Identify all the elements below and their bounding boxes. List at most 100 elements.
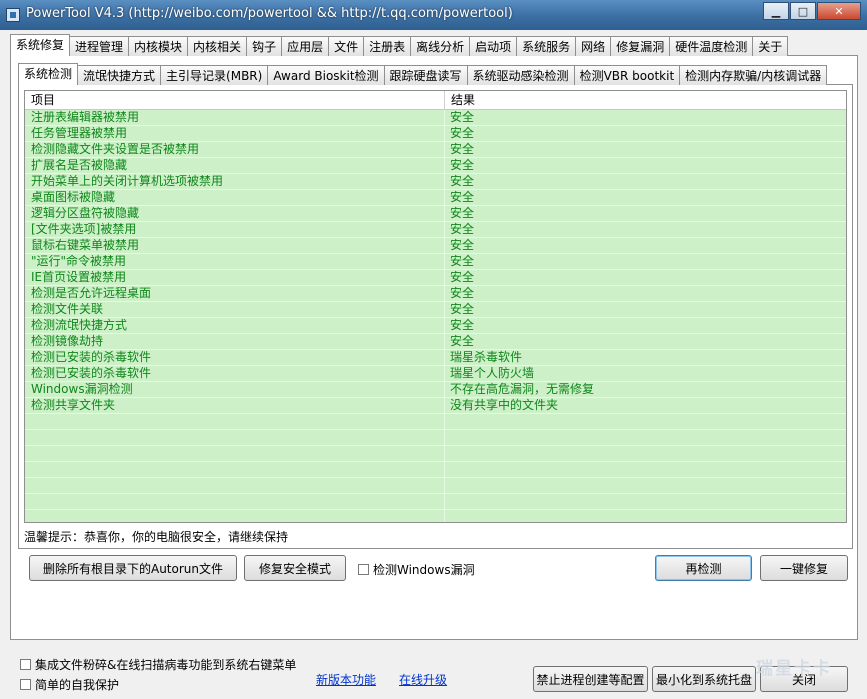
checkbox-box[interactable] <box>358 564 369 575</box>
table-row[interactable]: 扩展名是否被隐藏 安全 <box>25 158 846 174</box>
cell-item: 鼠标右键菜单被禁用 <box>25 238 445 253</box>
empty-row <box>25 478 846 494</box>
cell-item: 检测文件关联 <box>25 302 445 317</box>
delete-autorun-button[interactable]: 删除所有根目录下的Autorun文件 <box>29 555 237 581</box>
cell-item: 检测已安装的杀毒软件 <box>25 366 445 381</box>
table-row[interactable]: Windows漏洞检测 不存在高危漏洞，无需修复 <box>25 382 846 398</box>
cell-result: 安全 <box>450 238 475 252</box>
checkbox-box[interactable] <box>20 679 31 690</box>
table-header: 项目 结果 <box>25 91 846 110</box>
cell-result: 安全 <box>450 206 475 220</box>
watermark-logo: 瑞星卡卡 <box>738 650 858 694</box>
cell-item: 开始菜单上的关闭计算机选项被禁用 <box>25 174 445 189</box>
cell-item: 注册表编辑器被禁用 <box>25 110 445 125</box>
checkbox-box[interactable] <box>20 659 31 670</box>
tab-sub-4[interactable]: 跟踪硬盘读写 <box>383 65 468 85</box>
tab-main-6[interactable]: 文件 <box>328 36 365 56</box>
table-row[interactable]: 检测文件关联 安全 <box>25 302 846 318</box>
window-controls: ▁ □ ✕ <box>762 2 861 20</box>
table-row[interactable]: [文件夹选项]被禁用 安全 <box>25 222 846 238</box>
cell-item: 扩展名是否被隐藏 <box>25 158 445 173</box>
app-icon <box>6 8 20 22</box>
tab-main-11[interactable]: 网络 <box>575 36 612 56</box>
empty-row <box>25 494 846 510</box>
table-row[interactable]: 检测隐藏文件夹设置是否被禁用 安全 <box>25 142 846 158</box>
maximize-icon[interactable]: □ <box>790 2 816 20</box>
table-row[interactable]: 鼠标右键菜单被禁用 安全 <box>25 238 846 254</box>
cell-item: [文件夹选项]被禁用 <box>25 222 445 237</box>
window-title: PowerTool V4.3 (http://weibo.com/powerto… <box>26 6 513 21</box>
cell-result: 瑞星个人防火墙 <box>450 366 535 380</box>
cell-result: 安全 <box>450 270 475 284</box>
tab-sub-7[interactable]: 检测内存欺骗/内核调试器 <box>679 65 828 85</box>
tab-main-2[interactable]: 内核模块 <box>128 36 189 56</box>
tab-main-5[interactable]: 应用层 <box>281 36 330 56</box>
table-row[interactable]: 检测已安装的杀毒软件 瑞星个人防火墙 <box>25 366 846 382</box>
tab-main-14[interactable]: 关于 <box>752 36 789 56</box>
cell-item: 检测是否允许远程桌面 <box>25 286 445 301</box>
tab-main-1[interactable]: 进程管理 <box>69 36 130 56</box>
tab-main-4[interactable]: 钩子 <box>246 36 283 56</box>
table-row[interactable]: 任务管理器被禁用 安全 <box>25 126 846 142</box>
table-row[interactable]: 开始菜单上的关闭计算机选项被禁用 安全 <box>25 174 846 190</box>
column-header-result[interactable]: 结果 <box>445 91 846 109</box>
block-process-config-button[interactable]: 禁止进程创建等配置 <box>533 666 648 692</box>
checkbox-label: 简单的自我保护 <box>35 678 120 692</box>
empty-row <box>25 462 846 478</box>
table-row[interactable]: 检测已安装的杀毒软件 瑞星杀毒软件 <box>25 350 846 366</box>
tab-sub-1[interactable]: 流氓快捷方式 <box>77 65 162 85</box>
column-header-item[interactable]: 项目 <box>25 91 445 109</box>
cell-result: 不存在高危漏洞，无需修复 <box>450 382 595 396</box>
cell-item: 检测镜像劫持 <box>25 334 445 349</box>
tab-main-12[interactable]: 修复漏洞 <box>610 36 671 56</box>
tab-sub-5[interactable]: 系统驱动感染检测 <box>466 65 575 85</box>
tab-main-0[interactable]: 系统修复 <box>10 34 71 56</box>
integrate-shredder-checkbox[interactable]: 集成文件粉碎&在线扫描病毒功能到系统右键菜单 <box>20 656 296 673</box>
table-row[interactable]: 注册表编辑器被禁用 安全 <box>25 110 846 126</box>
repair-safe-mode-button[interactable]: 修复安全模式 <box>244 555 346 581</box>
table-row[interactable]: 检测是否允许远程桌面 安全 <box>25 286 846 302</box>
empty-row <box>25 446 846 462</box>
cell-item: 检测流氓快捷方式 <box>25 318 445 333</box>
cell-result: 安全 <box>450 334 475 348</box>
cell-item: 检测共享文件夹 <box>25 398 445 413</box>
tab-sub-6[interactable]: 检测VBR bootkit <box>573 65 681 85</box>
minimize-icon[interactable]: ▁ <box>763 2 789 20</box>
recheck-button[interactable]: 再检测 <box>655 555 752 581</box>
table-row[interactable]: 检测流氓快捷方式 安全 <box>25 318 846 334</box>
tab-main-9[interactable]: 启动项 <box>469 36 518 56</box>
cell-result: 安全 <box>450 126 475 140</box>
main-tab-bar: 系统修复 进程管理 内核模块 内核相关 钩子 应用层 文件 注册表 离线分析 启动项 系统服务 网络修… <box>10 34 789 56</box>
empty-row <box>25 430 846 446</box>
table-row[interactable]: "运行"命令被禁用 安全 <box>25 254 846 270</box>
tab-sub-2[interactable]: 主引导记录(MBR) <box>160 65 269 85</box>
cell-result: 瑞星杀毒软件 <box>450 350 523 364</box>
table-row[interactable]: 桌面图标被隐藏 安全 <box>25 190 846 206</box>
cell-result: 没有共享中的文件夹 <box>450 398 559 412</box>
online-update-link[interactable]: 在线升级 <box>399 671 447 688</box>
tab-main-3[interactable]: 内核相关 <box>187 36 248 56</box>
check-results-table: 项目 结果 注册表编辑器被禁用 安全 任务管理器被禁用 安全 检测隐藏文件夹设置是否被禁… <box>24 90 847 523</box>
tab-main-13[interactable]: 硬件温度检测 <box>669 36 754 56</box>
tab-sub-3[interactable]: Award Bioskit检测 <box>267 65 385 85</box>
sub-tab-bar: 系统检测 流氓快捷方式 主引导记录(MBR) Award Bioskit检测 跟踪硬盘读… <box>18 63 828 85</box>
tab-main-7[interactable]: 注册表 <box>363 36 412 56</box>
table-row[interactable]: 检测镜像劫持 安全 <box>25 334 846 350</box>
tab-main-10[interactable]: 系统服务 <box>516 36 577 56</box>
self-protect-checkbox[interactable]: 简单的自我保护 <box>20 676 119 693</box>
cell-result: 安全 <box>450 286 475 300</box>
cell-result: 安全 <box>450 174 475 188</box>
cell-item: 检测已安装的杀毒软件 <box>25 350 445 365</box>
tab-main-8[interactable]: 离线分析 <box>410 36 471 56</box>
cell-result: 安全 <box>450 302 475 316</box>
cell-item: IE首页设置被禁用 <box>25 270 445 285</box>
table-row[interactable]: 检测共享文件夹 没有共享中的文件夹 <box>25 398 846 414</box>
check-windows-vuln-checkbox[interactable]: 检测Windows漏洞 <box>358 561 475 578</box>
one-click-repair-button[interactable]: 一键修复 <box>760 555 848 581</box>
new-features-link[interactable]: 新版本功能 <box>316 671 376 688</box>
close-icon[interactable]: ✕ <box>817 2 861 20</box>
tab-sub-0[interactable]: 系统检测 <box>18 63 79 85</box>
cell-item: 逻辑分区盘符被隐藏 <box>25 206 445 221</box>
table-row[interactable]: 逻辑分区盘符被隐藏 安全 <box>25 206 846 222</box>
table-row[interactable]: IE首页设置被禁用 安全 <box>25 270 846 286</box>
